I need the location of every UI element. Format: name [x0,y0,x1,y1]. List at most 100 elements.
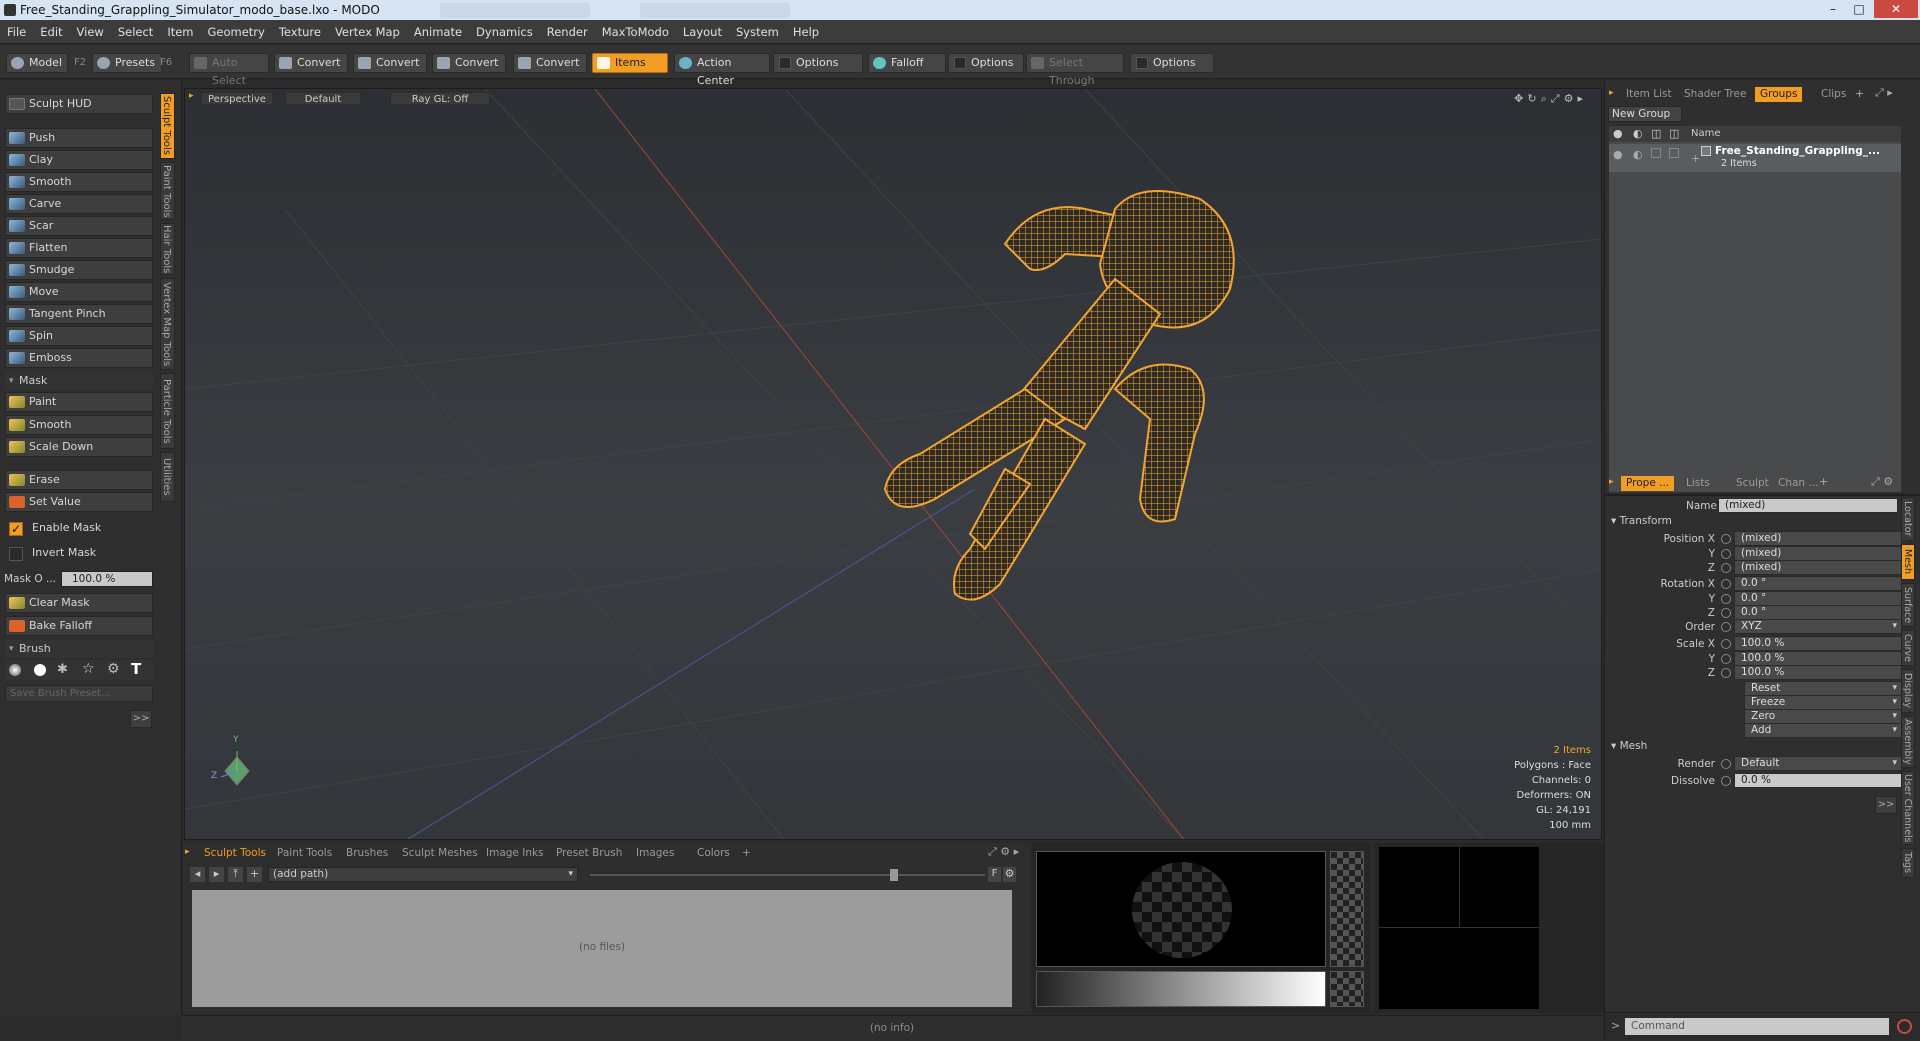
tool-smudge[interactable]: Smudge [5,260,153,280]
up-folder-icon[interactable]: ⤒ [228,867,243,882]
tool-push[interactable]: Push [5,128,153,148]
presets-button[interactable]: Presets [92,53,162,73]
tool-scar[interactable]: Scar [5,216,153,236]
tab-sculpt-meshes[interactable]: Sculpt Meshes [402,847,478,859]
panel-menu-icon[interactable]: ▸ [1609,88,1614,98]
tool-spin[interactable]: Spin [5,326,153,346]
panel-options-icons[interactable]: ⤢ ⚙ ▸ [988,845,1019,859]
name-field[interactable]: (mixed) [1718,498,1898,513]
mask-smooth-button[interactable]: Smooth [5,415,153,435]
keyframe-dot[interactable] [1721,579,1731,589]
convert-polygons-button[interactable]: Convert [432,53,506,73]
tab-colors[interactable]: Colors [697,847,730,859]
convert-materials-button[interactable]: Convert [513,53,587,73]
panel-options-icons[interactable]: ⤢ ▸ [1875,86,1893,100]
back-arrow-icon[interactable]: ◂ [190,867,205,882]
tab-shader-tree[interactable]: Shader Tree [1679,87,1751,102]
lock-icon[interactable]: ◫ [1651,127,1661,140]
soft-brush-icon[interactable] [9,664,21,676]
erase-button[interactable]: Erase [5,470,153,490]
filter-button[interactable]: F [988,867,1001,882]
add-path-icon[interactable]: + [247,867,262,882]
lock-toggle[interactable] [1651,148,1661,158]
tab-sculpt[interactable]: Sculpt [1731,476,1774,491]
select-toggle[interactable] [1669,148,1679,158]
add-tab-icon[interactable]: + [1855,87,1864,100]
pan-icon[interactable]: ✥ [1514,92,1527,105]
tab-groups[interactable]: Groups [1755,87,1803,102]
set-value-button[interactable]: Set Value [5,492,153,512]
action-center-button[interactable]: Action Center [674,53,770,87]
chevron-right-icon[interactable]: ▸ [1577,92,1587,105]
convert-vertices-button[interactable]: Convert [274,53,348,73]
mask-paint-button[interactable]: Paint [5,392,153,412]
forward-arrow-icon[interactable]: ▸ [209,867,224,882]
keyframe-dot[interactable] [1721,534,1731,544]
vtab-particle-tools[interactable]: Particle Tools [160,373,175,449]
select-through-button[interactable]: Select Through [1026,53,1124,87]
maximize-icon[interactable]: ⤢ [1551,92,1564,105]
tool-clay[interactable]: Clay [5,150,153,170]
tab-images[interactable]: Images [636,847,674,859]
panel-menu-icon[interactable]: ▸ [185,847,190,857]
vtab-curve[interactable]: Curve [1901,630,1915,666]
freeze-dropdown[interactable]: Freeze [1744,695,1902,710]
action-center-options-button[interactable]: Options [773,53,863,73]
menu-texture[interactable]: Texture [272,20,328,44]
vtab-hair-tools[interactable]: Hair Tools [160,223,175,275]
mask-opacity-field[interactable]: 100.0 % [61,571,153,587]
select-icon[interactable]: ◫ [1669,127,1679,140]
dissolve-field[interactable]: 0.0 % [1734,773,1902,788]
eye-icon[interactable]: ● [1613,127,1623,140]
position-z-field[interactable]: (mixed) [1734,560,1902,575]
close-button[interactable]: ✕ [1874,0,1918,18]
tab-clips[interactable]: Clips [1816,87,1851,102]
sculpt-hud-button[interactable]: Sculpt HUD [5,94,153,114]
vtab-vertex-map-tools[interactable]: Vertex Map Tools [160,278,175,370]
menu-maxtomodo[interactable]: MaxToModo [595,20,676,44]
bake-falloff-button[interactable]: Bake Falloff [5,616,153,636]
tab-preset-brush[interactable]: Preset Brush [556,847,622,859]
panel-options-icons[interactable]: ⤢ ⚙ [1871,475,1893,489]
invert-mask-toggle[interactable]: Invert Mask [5,543,153,563]
keyframe-dot[interactable] [1721,622,1731,632]
rotate-icon[interactable]: ↻ [1527,92,1540,105]
select-through-options-button[interactable]: Options [1130,53,1214,73]
keyframe-dot[interactable] [1721,759,1731,769]
tab-properties[interactable]: Prope ... [1621,476,1675,491]
keyframe-dot[interactable] [1721,654,1731,664]
browser-gear-icon[interactable]: ⚙ [1003,867,1016,882]
menu-animate[interactable]: Animate [407,20,469,44]
save-brush-preset-field[interactable]: Save Brush Preset... [5,685,153,702]
model-mode-button[interactable]: Model [6,53,68,73]
menu-layout[interactable]: Layout [676,20,729,44]
vtab-user-channels[interactable]: User Channels [1901,771,1915,845]
maximize-button[interactable]: □ [1846,0,1872,18]
menu-item[interactable]: Item [160,20,200,44]
render-icon[interactable]: ◐ [1633,127,1643,140]
rotation-z-field[interactable]: 0.0 ° [1734,605,1902,620]
hard-brush-icon[interactable] [34,664,46,676]
keyframe-dot[interactable] [1721,668,1731,678]
splat-brush-icon[interactable]: ✱ [57,662,68,677]
tool-smooth[interactable]: Smooth [5,172,153,192]
vtab-sculpt-tools[interactable]: Sculpt Tools [160,93,175,159]
tab-channels[interactable]: Chan ... [1773,476,1823,491]
order-dropdown[interactable]: XYZ [1734,619,1902,634]
command-input[interactable]: Command [1625,1018,1889,1035]
position-y-field[interactable]: (mixed) [1734,546,1902,561]
brush-section-header[interactable]: Brush [5,640,153,658]
add-tab-icon[interactable]: + [1819,475,1828,488]
vtab-paint-tools[interactable]: Paint Tools [160,162,175,220]
keyframe-dot[interactable] [1721,549,1731,559]
viewport-menu-icon[interactable]: ▸ [189,91,194,101]
more-button[interactable]: >> [1875,796,1897,814]
mask-section-header[interactable]: Mask [5,372,153,390]
zero-dropdown[interactable]: Zero [1744,709,1902,724]
vtab-assembly[interactable]: Assembly [1901,716,1915,768]
keyframe-dot[interactable] [1721,608,1731,618]
vtab-surface[interactable]: Surface [1901,583,1915,627]
minimize-button[interactable]: – [1820,0,1846,18]
reset-dropdown[interactable]: Reset [1744,681,1902,696]
vtab-tags[interactable]: Tags [1901,848,1915,878]
